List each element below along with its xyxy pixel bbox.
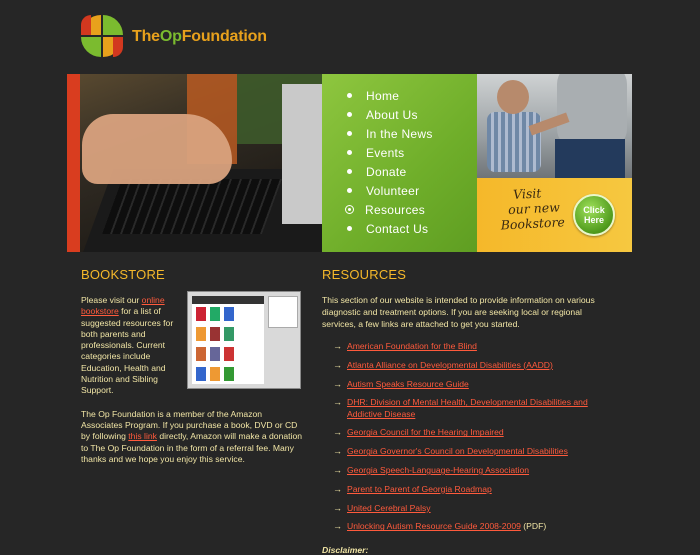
arrow-icon: → — [333, 378, 342, 389]
logo-text: TheOpFoundation — [132, 27, 267, 45]
resource-item: → Georgia Speech-Language-Hearing Associa… — [333, 465, 622, 476]
promo-text: Visit our new Bookstore — [500, 185, 566, 233]
laptop-photo — [67, 74, 322, 252]
nav-item-volunteer[interactable]: Volunteer — [347, 181, 477, 200]
nav-item-in-the-news[interactable]: In the News — [347, 124, 477, 143]
family-photo — [477, 74, 632, 178]
bullet-icon — [347, 112, 352, 117]
resources-list: → American Foundation for the Blind → Atla… — [322, 341, 622, 533]
resource-link[interactable]: Unlocking Autism Resource Guide 2008-200… — [347, 521, 521, 531]
resource-item: → Parent to Parent of Georgia Roadmap — [333, 484, 622, 495]
bullet-icon — [347, 150, 352, 155]
resource-item: → American Foundation for the Blind — [333, 341, 622, 352]
arrow-icon: → — [333, 427, 342, 438]
resource-item: → Georgia Governor's Council on Developme… — [333, 446, 622, 457]
click-here-button[interactable]: Click Here — [573, 194, 615, 236]
site-logo[interactable]: TheOpFoundation — [81, 15, 267, 58]
disclaimer-heading: Disclaimer: — [322, 544, 369, 555]
active-bullet-icon — [345, 205, 354, 214]
resource-item: → United Cerebral Palsy — [333, 503, 622, 514]
logo-icon — [81, 15, 124, 58]
resource-link[interactable]: United Cerebral Palsy — [347, 503, 431, 513]
resource-link[interactable]: Parent to Parent of Georgia Roadmap — [347, 484, 492, 494]
nav-item-resources[interactable]: Resources — [345, 200, 477, 219]
nav-item-home[interactable]: Home — [347, 86, 477, 105]
resource-item: → Autism Speaks Resource Guide — [333, 379, 622, 390]
nav-item-about-us[interactable]: About Us — [347, 105, 477, 124]
bullet-icon — [347, 93, 352, 98]
bookstore-promo[interactable]: Visit our new Bookstore Click Here — [477, 178, 632, 252]
main-nav: Home About Us In the News Events Donate … — [322, 74, 477, 252]
arrow-icon: → — [333, 359, 342, 370]
amazon-associates-text: The Op Foundation is a member of the Ama… — [81, 408, 303, 464]
bullet-icon — [347, 226, 352, 231]
resource-link[interactable]: DHR: Division of Mental Health, Developm… — [347, 397, 588, 418]
arrow-icon: → — [333, 465, 342, 476]
resource-link[interactable]: Autism Speaks Resource Guide — [347, 379, 469, 389]
bullet-icon — [347, 169, 352, 174]
resource-item: → Georgia Council for the Hearing Impaire… — [333, 427, 622, 438]
arrow-icon: → — [333, 397, 342, 408]
resource-link[interactable]: Georgia Council for the Hearing Impaired — [347, 427, 504, 437]
bullet-icon — [347, 131, 352, 136]
resource-item: → DHR: Division of Mental Health, Develop… — [333, 397, 622, 420]
bookstore-intro: Please visit our online bookstore for a … — [81, 295, 174, 396]
pdf-label: (PDF) — [520, 521, 547, 532]
nav-item-donate[interactable]: Donate — [347, 162, 477, 181]
arrow-icon: → — [333, 521, 342, 532]
resources-intro: This section of our website is intended … — [322, 295, 595, 329]
amazon-link[interactable]: this link — [128, 431, 157, 441]
bookstore-thumbnail[interactable] — [187, 291, 301, 389]
arrow-icon: → — [333, 502, 342, 513]
bookstore-heading: BOOKSTORE — [81, 267, 165, 282]
arrow-icon: → — [333, 483, 342, 494]
resource-link[interactable]: Georgia Speech-Language-Hearing Associat… — [347, 465, 529, 475]
resource-item: → Atlanta Alliance on Developmental Disab… — [333, 360, 622, 371]
resource-link[interactable]: Atlanta Alliance on Developmental Disabi… — [347, 360, 553, 370]
arrow-icon: → — [333, 446, 342, 457]
nav-item-events[interactable]: Events — [347, 143, 477, 162]
resource-item: → Unlocking Autism Resource Guide 2008-20… — [333, 521, 622, 532]
resource-link[interactable]: Georgia Governor's Council on Developmen… — [347, 446, 568, 456]
bullet-icon — [347, 188, 352, 193]
banner: Home About Us In the News Events Donate … — [67, 74, 632, 252]
resources-section: RESOURCES This section of our website is… — [322, 267, 622, 555]
resource-link[interactable]: American Foundation for the Blind — [347, 341, 477, 351]
bookstore-section: BOOKSTORE Please visit our online bookst… — [81, 267, 303, 465]
resources-heading: RESOURCES — [322, 267, 407, 282]
arrow-icon: → — [333, 341, 342, 351]
nav-item-contact-us[interactable]: Contact Us — [347, 219, 477, 238]
